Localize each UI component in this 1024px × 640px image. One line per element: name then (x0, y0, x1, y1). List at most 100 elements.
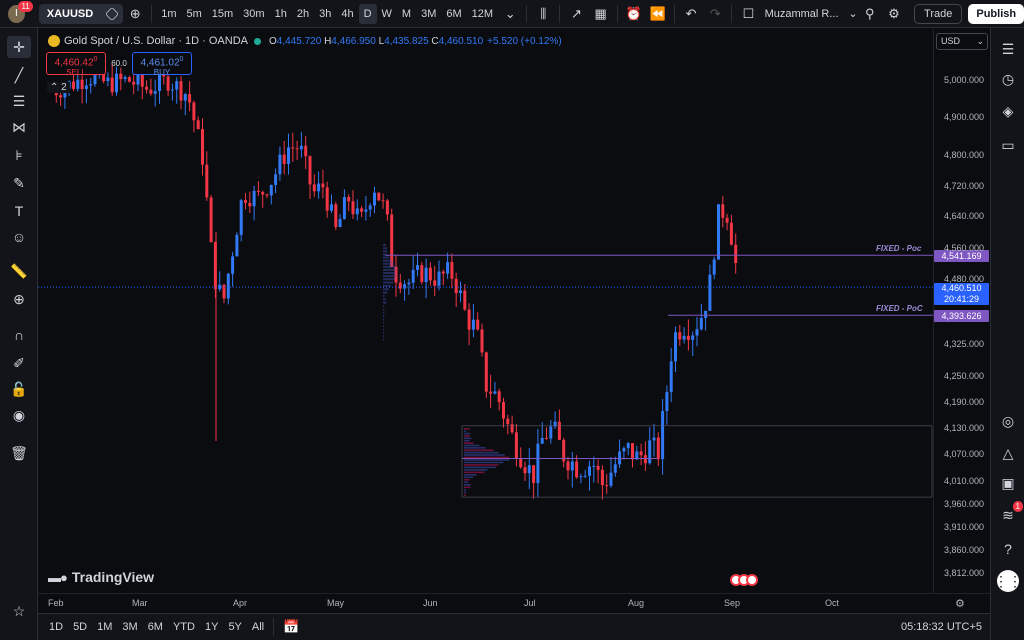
candle-body (476, 319, 480, 330)
range-ytd[interactable]: YTD (168, 621, 200, 633)
fib-icon[interactable]: ☰ (7, 90, 31, 112)
interval-5m[interactable]: 5m (181, 4, 206, 24)
layers-icon[interactable]: ◈ (996, 100, 1020, 122)
symbol-search[interactable]: XAUUSD (38, 3, 124, 24)
apps-icon[interactable]: ⋮⋮ (994, 570, 1022, 592)
quick-search-icon[interactable]: ⚲ (858, 4, 882, 24)
range-1m[interactable]: 1M (92, 621, 117, 633)
interval-m[interactable]: M (397, 4, 416, 24)
redo-icon[interactable]: ↷ (703, 4, 727, 24)
candles-icon[interactable]: ⫼ (531, 4, 555, 24)
templates-icon[interactable]: ▦ (589, 4, 613, 24)
interval-4h[interactable]: 4h (336, 4, 358, 24)
watchlist-icon[interactable]: ☰ (996, 38, 1020, 60)
lock-icon[interactable]: 🔓 (7, 378, 31, 400)
text-icon[interactable]: T (7, 200, 31, 222)
interval-d[interactable]: D (358, 3, 377, 24)
candle-body (175, 81, 179, 90)
star-icon[interactable]: ☆ (7, 600, 31, 622)
interval-30m[interactable]: 30m (238, 4, 269, 24)
time-axis[interactable]: ⚙ Feb Mar Apr May Jun Jul Aug Sep Oct (38, 593, 990, 613)
candle-body (80, 79, 84, 90)
publish-button[interactable]: Publish (968, 3, 1024, 24)
user-avatar[interactable]: I 11 (8, 0, 33, 23)
magnet-icon[interactable]: ∩ (7, 324, 31, 346)
candle-body (420, 265, 424, 283)
price-tick: 3,812.000 (943, 568, 984, 578)
diamond-icon[interactable] (105, 6, 119, 21)
broadcast-icon[interactable]: ≋ 1 (996, 501, 1023, 526)
zoom-in-icon[interactable]: ⊕ (7, 288, 31, 310)
gear-icon[interactable]: ⚙ (955, 597, 965, 610)
interval-1h[interactable]: 1h (270, 4, 292, 24)
crosshair-icon[interactable]: ✛ (7, 36, 31, 58)
trash-icon[interactable]: 🗑 (7, 442, 31, 464)
eye-icon[interactable]: ◉ (7, 404, 31, 426)
layout-icon[interactable]: ☐ (736, 4, 760, 24)
layout-menu[interactable]: Muzammal R... ⌄ (765, 7, 858, 21)
brush-icon[interactable]: ✎ (7, 172, 31, 194)
currency-select[interactable]: USD ⌄ (936, 33, 988, 50)
interval-12m[interactable]: 12M (467, 4, 498, 24)
range-3m[interactable]: 3M (117, 621, 142, 633)
interval-2h[interactable]: 2h (292, 4, 314, 24)
indicators-icon[interactable]: ↗ (564, 4, 588, 24)
trade-button[interactable]: Trade (914, 3, 963, 24)
clock[interactable]: 05:18:32 UTC+5 (901, 621, 982, 633)
target-icon[interactable]: ◎ (996, 410, 1020, 432)
candle-body (648, 440, 652, 464)
ruler-icon[interactable]: 📏 (7, 260, 31, 282)
candle-body (188, 94, 192, 103)
trend-line-icon[interactable]: ╱ (7, 64, 31, 86)
emoji-icon[interactable]: ☺ (7, 226, 31, 248)
date-range-icon[interactable]: 📅 (278, 617, 304, 637)
clock-icon[interactable]: ◷ (996, 68, 1020, 90)
candle-body (695, 329, 699, 336)
interval-3h[interactable]: 3h (314, 4, 336, 24)
candle-body (626, 443, 630, 449)
range-1y[interactable]: 1Y (200, 621, 223, 633)
ideas-icon[interactable]: △ (996, 442, 1020, 464)
range-5d[interactable]: 5D (68, 621, 92, 633)
help-icon[interactable]: ? (996, 538, 1020, 560)
interval-6m[interactable]: 6M (441, 4, 466, 24)
sell-button[interactable]: 4,460.420 SELL (46, 52, 106, 77)
range-all[interactable]: All (247, 621, 269, 633)
buy-button[interactable]: 4,461.020 BUY (132, 52, 192, 77)
calendar-icon[interactable]: ▣ (996, 472, 1020, 494)
symbol-name: XAUUSD (46, 7, 94, 20)
interval-15m[interactable]: 15m (207, 4, 238, 24)
interval-3m[interactable]: 3M (416, 4, 441, 24)
add-symbol-icon[interactable]: ⊕ (123, 4, 147, 24)
price-tick: 4,070.000 (943, 449, 984, 459)
chat-icon[interactable]: ▭ (996, 134, 1020, 156)
volume-profile-bar (383, 268, 397, 271)
range-5y[interactable]: 5Y (223, 621, 246, 633)
undo-icon[interactable]: ↶ (679, 4, 703, 24)
gear-icon[interactable]: ⚙ (882, 4, 906, 24)
pattern-icon[interactable]: ⋈ (7, 116, 31, 138)
candle-body (342, 197, 346, 220)
candle-body (446, 262, 450, 274)
lock-drawing-icon[interactable]: ✐ (7, 352, 31, 374)
chevron-down-icon[interactable]: ⌄ (498, 4, 522, 24)
interval-1m[interactable]: 1m (156, 4, 181, 24)
interval-w[interactable]: W (377, 4, 397, 24)
candle-body (557, 421, 561, 440)
candle-body (502, 402, 505, 419)
candle-body (652, 437, 656, 441)
chart-pane[interactable]: Gold Spot / U.S. Dollar · 1D · OANDA O4,… (38, 29, 933, 593)
replay-icon[interactable]: ⏪ (646, 4, 670, 24)
price-axis[interactable]: USD ⌄ 4,541.169 4,460.510 20:41:29 4,393.6… (933, 29, 990, 593)
volume-profile-bar (464, 442, 474, 444)
volume-profile-bar (464, 469, 488, 471)
forecast-icon[interactable]: ⊧ (7, 144, 31, 166)
events-icon[interactable] (730, 574, 758, 586)
volume-profile-bar (383, 291, 388, 294)
candle-body (459, 290, 462, 294)
collapse-indicators-button[interactable]: ⌃ 2 (47, 82, 70, 93)
range-1d[interactable]: 1D (44, 621, 68, 633)
candlestick-chart[interactable] (38, 29, 933, 593)
range-6m[interactable]: 6M (143, 621, 168, 633)
alert-icon[interactable]: ⏰ (622, 4, 646, 24)
